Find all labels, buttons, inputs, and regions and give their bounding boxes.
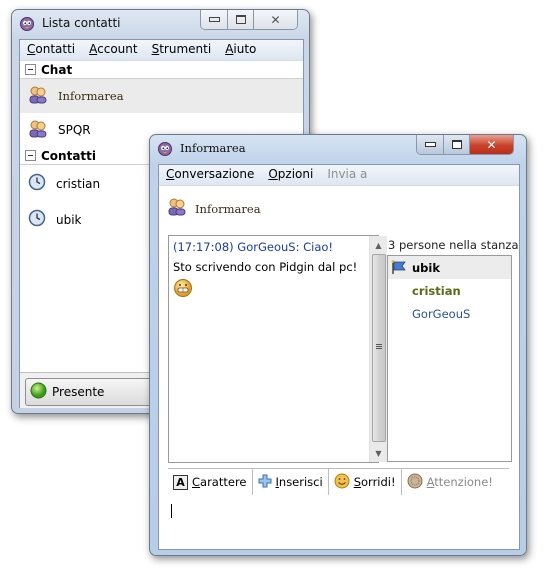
text-caret xyxy=(171,504,172,518)
menu-invia-a[interactable]: Invia a xyxy=(320,165,374,185)
window-title: Informarea xyxy=(180,141,246,155)
conversation-window: Informarea ✕ Conversazione Opzioni Invia… xyxy=(149,134,527,556)
attention-label: Attenzione! xyxy=(426,475,493,489)
maximize-icon xyxy=(235,15,246,24)
window-title: Lista contatti xyxy=(42,16,121,30)
menu-account[interactable]: Account xyxy=(82,40,144,60)
user-name: cristian xyxy=(412,283,461,298)
font-button[interactable]: A Carattere xyxy=(168,469,253,495)
message-input[interactable] xyxy=(168,495,509,543)
away-clock-icon xyxy=(28,173,46,194)
buddy-label: SPQR xyxy=(58,123,91,137)
grip-line xyxy=(376,346,382,347)
chat-room-icon xyxy=(28,86,48,107)
maximize-button[interactable] xyxy=(443,135,469,154)
user-name: ubik xyxy=(412,260,441,275)
attention-icon xyxy=(407,473,423,492)
arrow-down-icon: ▼ xyxy=(375,448,382,458)
maximize-icon xyxy=(451,140,462,149)
menu-conversazione[interactable]: Conversazione xyxy=(159,165,261,185)
message-log[interactable]: (17:17:08) GorGeouS: Ciao! Sto scrivendo… xyxy=(168,235,387,463)
close-button[interactable]: ✕ xyxy=(253,10,297,29)
smile-label: Sorridi! xyxy=(353,475,396,489)
chat-room-icon xyxy=(28,120,48,141)
minimize-icon xyxy=(424,142,436,147)
minimize-button[interactable] xyxy=(417,135,443,154)
smiley-icon xyxy=(334,473,350,492)
scroll-up-button[interactable]: ▲ xyxy=(370,237,387,253)
user-row-cristian[interactable]: cristian xyxy=(388,279,511,302)
user-row-ubik[interactable]: ubik xyxy=(388,256,511,279)
group-label: Chat xyxy=(41,62,73,77)
users-count: 3 persone nella stanza xyxy=(388,238,519,252)
buddy-label: Informarea xyxy=(58,89,124,103)
user-list: ubik cristian GorGeouS xyxy=(387,255,512,462)
status-label: Presente xyxy=(52,385,105,399)
buddy-label: ubik xyxy=(56,212,82,227)
font-label: Carattere xyxy=(192,475,247,489)
message-line: Sto scrivendo con Pidgin dal pc! xyxy=(173,260,358,274)
menu-contatti[interactable]: Contatti xyxy=(20,40,82,60)
minimize-button[interactable] xyxy=(201,10,227,29)
message-log-scrollbar[interactable]: ▲ ▼ xyxy=(369,236,387,462)
scroll-down-button[interactable]: ▼ xyxy=(370,445,387,461)
title-bar[interactable]: Informarea ✕ xyxy=(150,135,526,161)
collapse-icon[interactable] xyxy=(25,64,36,75)
available-status-icon xyxy=(30,382,47,402)
scroll-thumb[interactable] xyxy=(372,254,386,442)
grip-icon xyxy=(376,344,382,345)
grin-icon xyxy=(173,278,193,301)
collapse-icon[interactable] xyxy=(25,150,36,161)
pidgin-logo-icon xyxy=(157,140,173,156)
group-chat[interactable]: Chat xyxy=(20,61,303,79)
conversation-name: Informarea xyxy=(195,201,261,216)
group-label: Contatti xyxy=(41,148,97,163)
insert-label: Inserisci xyxy=(275,475,323,489)
menu-opzioni[interactable]: Opzioni xyxy=(261,165,320,185)
conversation-header: Informarea xyxy=(167,198,261,219)
maximize-button[interactable] xyxy=(227,10,253,29)
window-controls: ✕ xyxy=(200,10,298,30)
chat-room-icon xyxy=(167,198,187,219)
menu-strumenti[interactable]: Strumenti xyxy=(145,40,219,60)
buddy-row-informarea[interactable]: Informarea xyxy=(20,79,303,113)
close-button[interactable]: ✕ xyxy=(469,135,513,154)
flag-icon xyxy=(391,260,407,277)
buddy-label: cristian xyxy=(56,176,101,191)
close-icon: ✕ xyxy=(270,12,281,27)
menu-bar: Conversazione Opzioni Invia a xyxy=(159,165,519,186)
conversation-body: Informarea (17:17:08) GorGeouS: Ciao! St… xyxy=(159,186,519,549)
message-line: (17:17:08) GorGeouS: Ciao! xyxy=(173,240,334,254)
close-icon: ✕ xyxy=(486,137,497,152)
attention-button[interactable]: Attenzione! xyxy=(402,469,498,495)
title-bar[interactable]: Lista contatti ✕ xyxy=(12,10,309,36)
user-row-gorgeous[interactable]: GorGeouS xyxy=(388,302,511,325)
grip-line xyxy=(376,348,382,349)
insert-button[interactable]: Inserisci xyxy=(253,469,329,495)
arrow-up-icon: ▲ xyxy=(375,240,382,250)
pidgin-logo-icon xyxy=(19,15,35,31)
user-name: GorGeouS xyxy=(412,306,471,321)
window-controls: ✕ xyxy=(416,135,514,155)
minimize-icon xyxy=(208,17,220,22)
menu-bar: Contatti Account Strumenti Aiuto xyxy=(20,40,303,61)
menu-aiuto[interactable]: Aiuto xyxy=(218,40,263,60)
smile-button[interactable]: Sorridi! xyxy=(329,469,402,495)
away-clock-icon xyxy=(28,209,46,230)
font-icon: A xyxy=(173,474,188,490)
format-toolbar: A Carattere Inserisci Sorridi! Attenzion… xyxy=(168,468,509,496)
insert-plus-icon xyxy=(258,474,272,491)
